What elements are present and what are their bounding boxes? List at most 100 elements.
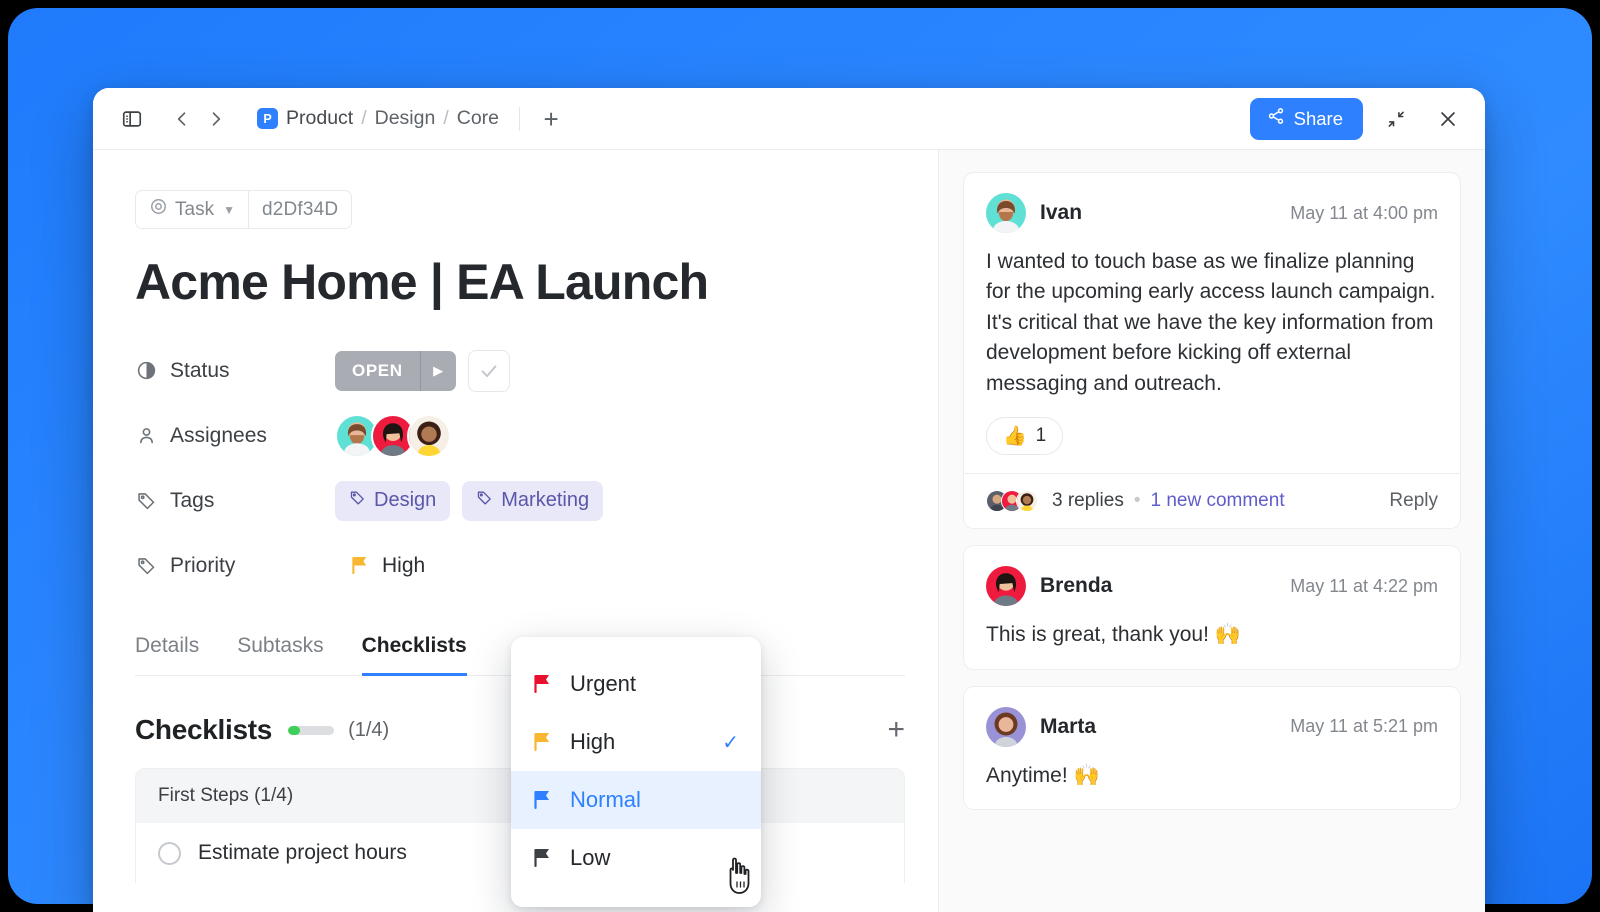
target-icon — [149, 197, 168, 222]
field-label-assignees: Assignees — [135, 424, 335, 448]
comments-pane: Ivan May 11 at 4:00 pm I wanted to touch… — [938, 150, 1485, 912]
chevron-right-icon[interactable] — [201, 104, 231, 134]
comment-card: Ivan May 11 at 4:00 pm I wanted to touch… — [963, 172, 1461, 529]
avatar — [1016, 490, 1038, 512]
tag-icon — [135, 555, 157, 577]
flag-icon — [533, 731, 553, 753]
avatar[interactable] — [986, 193, 1026, 233]
assignee-avatar-group[interactable] — [335, 414, 451, 458]
comment-header: Brenda May 11 at 4:22 pm — [986, 566, 1438, 606]
menu-item-label: High — [570, 729, 615, 755]
comment-timestamp: May 11 at 4:22 pm — [1290, 576, 1438, 597]
replies-bar: 3 replies • 1 new comment Reply — [964, 473, 1460, 528]
comment-author: Marta — [1040, 715, 1096, 739]
breadcrumb-item-product[interactable]: Product — [286, 107, 353, 130]
checklist-progress-bar — [288, 726, 334, 735]
comment-author: Brenda — [1040, 574, 1112, 598]
priority-value-label: High — [382, 554, 425, 578]
collapse-diagonal-icon[interactable] — [1377, 100, 1415, 138]
reaction-chip[interactable]: 👍 1 — [986, 417, 1063, 455]
field-value-tags: Design Marketing — [335, 481, 603, 521]
avatar[interactable] — [986, 707, 1026, 747]
new-tab-button[interactable]: + — [534, 102, 568, 136]
field-label-status: Status — [135, 359, 335, 383]
task-id-chip[interactable]: d2Df34D — [249, 190, 352, 229]
checklist-item-label: Estimate project hours — [198, 841, 407, 865]
comment-timestamp: May 11 at 4:00 pm — [1290, 203, 1438, 224]
priority-selector[interactable]: High — [335, 544, 441, 588]
comment-body-wrap: Ivan May 11 at 4:00 pm I wanted to touch… — [964, 173, 1460, 473]
history-nav — [167, 104, 231, 134]
menu-item-label: Normal — [570, 787, 641, 813]
thumbs-up-icon: 👍 — [1003, 424, 1027, 448]
tab-details[interactable]: Details — [135, 634, 199, 676]
field-label-text: Tags — [170, 489, 214, 513]
tag-icon — [476, 489, 493, 512]
share-icon — [1267, 107, 1285, 130]
menu-item-low[interactable]: Low — [511, 829, 761, 887]
replies-avatar-group — [986, 490, 1038, 512]
field-row-assignees: Assignees — [135, 403, 938, 468]
field-value-status: OPEN ▶ — [335, 350, 510, 392]
comment-card: Brenda May 11 at 4:22 pm This is great, … — [963, 545, 1461, 669]
replies-count-label[interactable]: 3 replies — [1052, 490, 1124, 512]
tag-chip-design[interactable]: Design — [335, 481, 450, 521]
field-label-text: Assignees — [170, 424, 267, 448]
menu-item-normal[interactable]: Normal — [511, 771, 761, 829]
comment-card: Marta May 11 at 5:21 pm Anytime! 🙌 — [963, 686, 1461, 810]
field-value-assignees — [335, 414, 451, 458]
window-toolbar: P Product / Design / Core + Sha — [93, 88, 1485, 150]
add-checklist-button[interactable]: + — [887, 715, 905, 745]
breadcrumb-separator: / — [443, 107, 448, 130]
new-comment-link[interactable]: 1 new comment — [1150, 490, 1284, 512]
comment-text: I wanted to touch base as we finalize pl… — [986, 247, 1438, 399]
toolbar-right-actions: Share — [1250, 98, 1467, 140]
flag-icon — [533, 847, 553, 869]
chevron-left-icon[interactable] — [167, 104, 197, 134]
flag-icon — [351, 555, 371, 577]
status-badge-label: OPEN — [335, 351, 420, 391]
task-type-chip[interactable]: Task ▼ — [135, 190, 249, 229]
status-badge[interactable]: OPEN ▶ — [335, 351, 456, 391]
breadcrumb: P Product / Design / Core + — [257, 102, 568, 136]
close-icon[interactable] — [1429, 100, 1467, 138]
flag-icon — [533, 789, 553, 811]
avatar[interactable] — [407, 414, 451, 458]
breadcrumb-item-design[interactable]: Design — [375, 107, 436, 130]
priority-dropdown-menu: Urgent High ✓ Normal — [511, 637, 761, 907]
comment-body-wrap: Marta May 11 at 5:21 pm Anytime! 🙌 — [964, 687, 1460, 809]
comment-text: Anytime! 🙌 — [986, 761, 1438, 791]
task-type-label: Task — [175, 199, 214, 221]
workspace-badge: P — [257, 108, 278, 129]
chevron-down-icon: ▼ — [223, 203, 235, 217]
field-label-tags: Tags — [135, 489, 335, 513]
field-label-priority: Priority — [135, 554, 335, 578]
share-button[interactable]: Share — [1250, 98, 1363, 140]
mark-complete-button[interactable] — [468, 350, 510, 392]
tag-chip-marketing[interactable]: Marketing — [462, 481, 603, 521]
field-row-priority: Priority High — [135, 533, 938, 598]
status-next-icon[interactable]: ▶ — [420, 351, 456, 391]
tab-subtasks[interactable]: Subtasks — [237, 634, 323, 676]
checkbox-icon[interactable] — [158, 842, 181, 865]
menu-item-label: Low — [570, 845, 610, 871]
comment-body-wrap: Brenda May 11 at 4:22 pm This is great, … — [964, 546, 1460, 668]
reply-button[interactable]: Reply — [1389, 490, 1438, 512]
panel-layout-icon[interactable] — [115, 102, 149, 136]
comment-author: Ivan — [1040, 201, 1082, 225]
window-body: Task ▼ d2Df34D Acme Home | EA Launch — [93, 150, 1485, 912]
person-icon — [135, 425, 157, 447]
field-label-text: Priority — [170, 554, 235, 578]
menu-item-label: Urgent — [570, 671, 636, 697]
field-value-priority: High — [335, 544, 441, 588]
menu-item-urgent[interactable]: Urgent — [511, 655, 761, 713]
comment-timestamp: May 11 at 5:21 pm — [1290, 716, 1438, 737]
breadcrumb-item-core[interactable]: Core — [457, 107, 499, 130]
flag-icon — [533, 673, 553, 695]
avatar[interactable] — [986, 566, 1026, 606]
page-title: Acme Home | EA Launch — [135, 255, 938, 310]
menu-item-high[interactable]: High ✓ — [511, 713, 761, 771]
tag-label: Marketing — [501, 489, 589, 512]
tab-checklists[interactable]: Checklists — [362, 634, 467, 676]
comment-header: Ivan May 11 at 4:00 pm — [986, 193, 1438, 233]
